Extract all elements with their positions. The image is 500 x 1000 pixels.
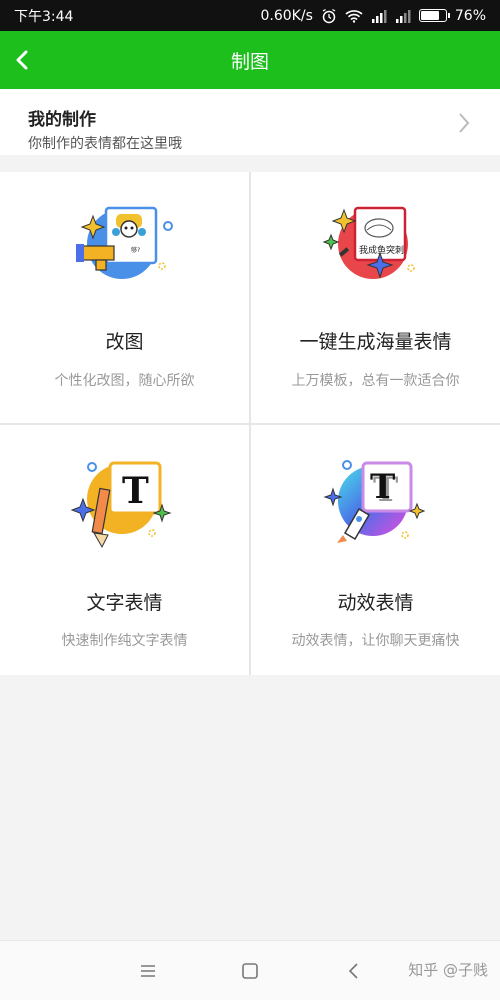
back-arrow-icon[interactable] — [10, 47, 36, 73]
network-speed: 0.60K/s — [260, 7, 313, 24]
battery-icon — [418, 9, 450, 22]
my-work-row[interactable]: 我的制作 你制作的表情都在这里哦 — [0, 89, 500, 155]
card-edit-image-desc: 个性化改图，随心所欲 — [54, 373, 195, 389]
card-edit-image-name: 改图 — [105, 331, 144, 353]
system-nav-bar: 知乎 @子贱 — [0, 940, 500, 1000]
status-time: 下午3:44 — [14, 8, 74, 25]
card-text-sticker-desc: 快速制作纯文字表情 — [61, 633, 188, 649]
animated-sticker-icon: T T — [322, 460, 425, 543]
chevron-right-icon — [459, 113, 470, 133]
edit-image-icon-text: 够? — [131, 246, 140, 254]
card-text-sticker[interactable]: T 文字表情 快速制作纯文字表情 — [0, 425, 249, 675]
text-sticker-icon: T — [70, 461, 172, 549]
text-sticker-icon-text: T — [122, 470, 149, 512]
card-animated-sticker[interactable]: T T 动效表情 动效表情，让你聊天更痛快 — [251, 425, 500, 675]
watermark: 知乎 @子贱 — [408, 961, 488, 979]
back-nav-icon[interactable] — [342, 959, 366, 983]
my-work-title: 我的制作 — [28, 110, 96, 130]
signal-icon — [371, 9, 387, 23]
card-animated-sticker-desc: 动效表情，让你聊天更痛快 — [291, 633, 460, 649]
app-header: 制图 — [0, 31, 500, 89]
signal-icon-2 — [395, 9, 411, 23]
generate-stickers-icon-text: 我成鱼突刺 — [359, 244, 404, 256]
card-edit-image[interactable]: 够? 改图 个性化改图，随心所欲 — [0, 172, 249, 423]
page-title: 制图 — [230, 50, 269, 73]
card-animated-sticker-name: 动效表情 — [337, 592, 414, 614]
card-generate-stickers-desc: 上万模板，总有一款适合你 — [291, 373, 460, 389]
edit-image-icon: 够? — [75, 206, 173, 279]
battery-percent: 76% — [454, 7, 486, 24]
menu-icon[interactable] — [136, 959, 160, 983]
alarm-icon — [321, 8, 337, 24]
home-icon[interactable] — [238, 959, 262, 983]
generate-stickers-icon: 我成鱼突刺 — [322, 206, 415, 279]
animated-sticker-icon-text: T — [370, 467, 395, 507]
card-text-sticker-name: 文字表情 — [86, 592, 163, 614]
feature-grid: 够? 改图 个性化改图，随心所欲 我成鱼突刺 一键生成海量表情 上万模板，总有一… — [0, 172, 500, 675]
card-generate-stickers-name: 一键生成海量表情 — [299, 331, 452, 353]
card-generate-stickers[interactable]: 我成鱼突刺 一键生成海量表情 上万模板，总有一款适合你 — [251, 172, 500, 423]
status-bar: 下午3:44 0.60K/s 76% — [0, 0, 500, 31]
status-right: 0.60K/s 76% — [261, 8, 487, 24]
my-work-subtitle: 你制作的表情都在这里哦 — [28, 136, 182, 152]
wifi-icon — [345, 9, 363, 23]
